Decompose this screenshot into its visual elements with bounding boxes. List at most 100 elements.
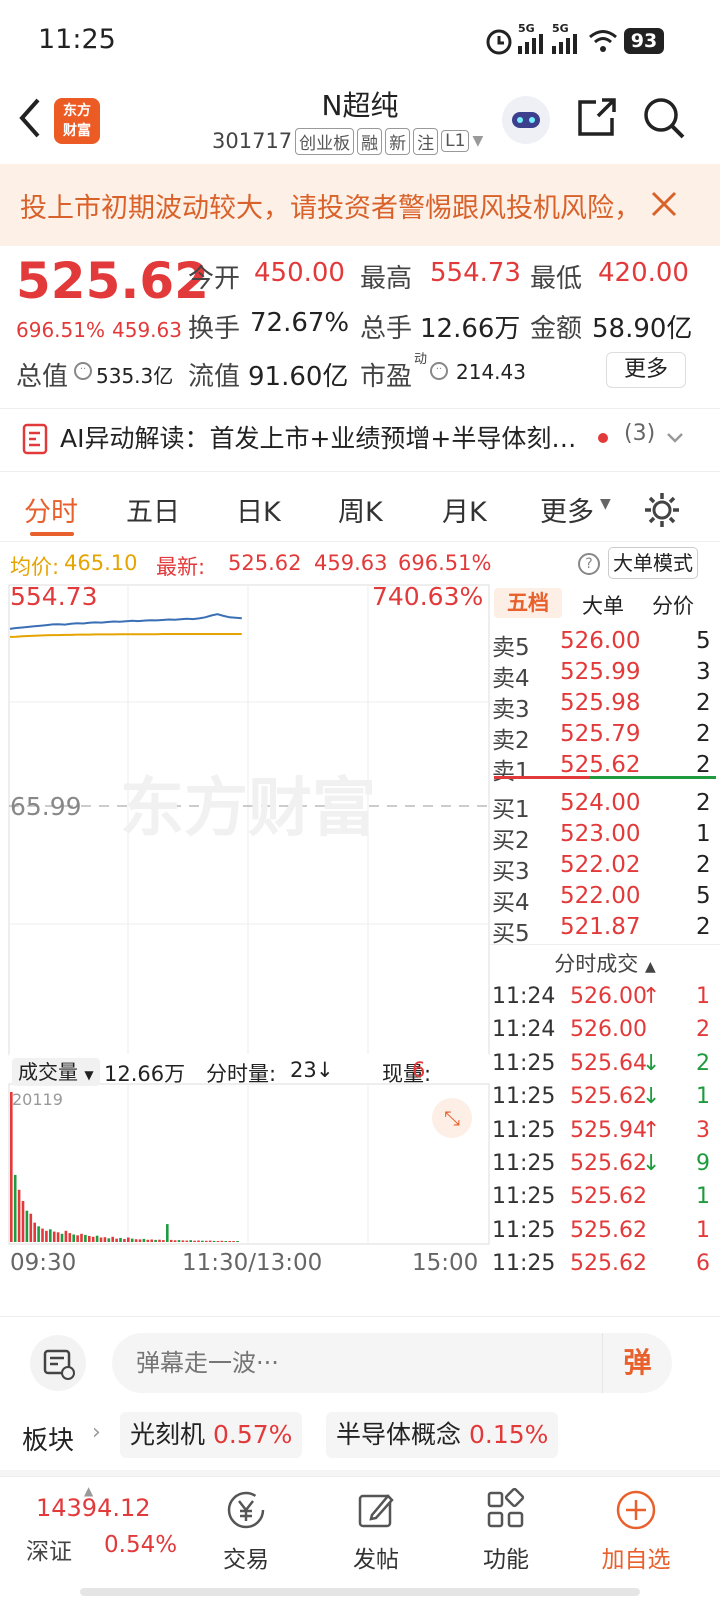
volume-bar <box>119 1237 122 1242</box>
bid-row[interactable]: 买5 521.87 2 <box>490 914 720 947</box>
tag-registered: 注 <box>413 127 439 155</box>
signal-icon <box>552 34 577 54</box>
share-icon[interactable] <box>576 96 618 138</box>
volume-bar <box>111 1236 114 1242</box>
ask-row[interactable]: 卖2 525.79 2 <box>490 721 720 754</box>
volume-bar <box>33 1222 36 1242</box>
level-volume: 2 <box>696 790 711 816</box>
tab-monthly-k[interactable]: 月K <box>442 490 487 529</box>
volume-bar <box>228 1241 231 1242</box>
volume-bar <box>80 1233 83 1242</box>
intraday-chart[interactable]: 东方财富 554.73 740.63% 65.99 成交量 ▼ 12.66万 分… <box>8 582 490 1310</box>
big-order-mode-button[interactable]: 大单模式 <box>608 547 698 579</box>
sector-item-semiconductor[interactable]: 半导体概念 0.15% <box>326 1412 559 1458</box>
tab-five-day[interactable]: 五日 <box>126 490 180 529</box>
tab-weekly-k[interactable]: 周K <box>338 490 383 529</box>
sector-pct: 0.15% <box>468 1420 549 1449</box>
x-tick-mid: 11:30/13:00 <box>182 1250 323 1276</box>
tick-row: 11:24 526.00 ↑ 1 <box>490 984 720 1018</box>
bid-row[interactable]: 买4 522.00 5 <box>490 883 720 916</box>
volume-bar <box>25 1210 29 1242</box>
tick-row: 11:24 526.00 2 <box>490 1017 720 1051</box>
x-tick-end: 15:00 <box>412 1250 479 1276</box>
volume-bar <box>10 1092 13 1242</box>
x-tick-start: 09:30 <box>10 1250 77 1276</box>
volume-bar <box>197 1240 200 1242</box>
level-volume: 1 <box>696 821 711 847</box>
volume-bar <box>158 1239 161 1242</box>
nav-trade-label: 交易 <box>223 1547 269 1573</box>
level-volume: 3 <box>696 659 711 685</box>
tick-time: 11:25 <box>492 1217 556 1243</box>
tick-time: 11:25 <box>492 1151 556 1176</box>
low-label: 最低 <box>530 264 583 294</box>
bid-row[interactable]: 买2 523.00 1 <box>490 821 720 854</box>
tab-daily-k[interactable]: 日K <box>236 490 281 529</box>
volume-bar <box>115 1238 118 1242</box>
ask-row[interactable]: 卖5 526.00 5 <box>490 628 720 661</box>
volume-bar <box>146 1239 150 1242</box>
index-pct: 0.54% <box>104 1532 178 1558</box>
latest-change-value: 459.63 <box>314 551 388 575</box>
ai-robot-icon[interactable] <box>502 96 550 144</box>
ticks-title[interactable]: 分时成交 ▲ <box>490 948 720 978</box>
tab-intraday[interactable]: 分时 <box>24 490 78 529</box>
tick-direction: ↓ <box>642 1050 661 1076</box>
tick-price: 525.62 <box>570 1084 647 1110</box>
tick-row: 11:25 525.62 6 <box>490 1251 720 1285</box>
ask-row[interactable]: 卖1 525.62 2 <box>490 752 720 785</box>
more-button[interactable]: 更多 <box>606 352 686 388</box>
ai-insight-bar[interactable]: AI异动解读：首发上市+业绩预增+半导体刻… (3) <box>0 408 720 472</box>
ask-row[interactable]: 卖4 525.99 3 <box>490 659 720 692</box>
ask-row[interactable]: 卖3 525.98 2 <box>490 690 720 723</box>
volume-total: 12.66万 <box>104 1062 186 1086</box>
bid-row[interactable]: 买1 524.00 2 <box>490 790 720 823</box>
info-icon[interactable]: ·· <box>430 362 448 380</box>
danmaku-send-button[interactable]: 弹 <box>602 1333 672 1393</box>
level-volume: 2 <box>696 852 711 878</box>
price-line <box>9 613 242 630</box>
change-pct: 696.51% <box>16 318 105 342</box>
danmaku-settings-icon[interactable] <box>30 1335 86 1391</box>
volume-bar <box>127 1237 130 1242</box>
index-value: 14394.12 <box>36 1494 151 1522</box>
tick-direction: ↓ <box>642 1151 661 1176</box>
gear-icon[interactable] <box>642 490 682 530</box>
stock-code: 301717 <box>212 129 293 153</box>
pe-type: 动 <box>414 352 428 367</box>
index-ticker[interactable]: ▲ 14394.12 深证 0.54% <box>0 1476 190 1596</box>
order-book: 五档 大单 分价 卖5 526.00 5 卖4 525.99 3 卖3 525.98 2 卖2 52… <box>490 584 720 1310</box>
tab-price-dist[interactable]: 分价 <box>652 590 694 620</box>
level-price: 522.00 <box>560 883 641 909</box>
search-icon[interactable] <box>642 96 686 140</box>
help-icon[interactable]: ? <box>578 553 600 575</box>
level-price: 525.79 <box>560 721 641 747</box>
bid-row[interactable]: 买3 522.02 2 <box>490 852 720 885</box>
tab-five-levels[interactable]: 五档 <box>494 588 562 618</box>
risk-warning-bar: 投上市初期波动较大，请投资者警惕跟风投机风险， <box>0 164 720 246</box>
back-arrow-icon[interactable] <box>14 96 44 140</box>
unread-dot <box>598 433 608 443</box>
sector-item-lithography[interactable]: 光刻机 0.57% <box>120 1412 303 1458</box>
volume-bar <box>142 1238 146 1242</box>
avg-price-value: 465.10 <box>64 551 138 575</box>
volume-bar <box>29 1213 33 1242</box>
info-icon[interactable]: ·· <box>74 362 92 380</box>
volume-bar <box>154 1239 157 1242</box>
mcap-label: 总值 <box>16 362 69 392</box>
level-price: 525.99 <box>560 659 641 685</box>
tick-time: 11:24 <box>492 984 556 1009</box>
tab-big-orders[interactable]: 大单 <box>582 590 624 620</box>
chevron-down-icon <box>667 433 683 443</box>
stock-code-row[interactable]: 301717 创业板 融 新 注 L1 ▼ <box>212 126 483 156</box>
ticks-title-label: 分时成交 <box>554 952 639 976</box>
close-icon[interactable] <box>650 190 678 218</box>
volume-bar <box>150 1239 153 1242</box>
current-volume-value: 6 <box>412 1058 426 1082</box>
tag-board: 创业板 <box>295 127 355 155</box>
tab-more[interactable]: 更多 <box>540 490 594 529</box>
volume-bar <box>232 1241 235 1242</box>
volume-indicator-select[interactable]: 成交量 ▼ <box>12 1058 100 1086</box>
expand-icon[interactable]: ⤡ <box>432 1098 472 1138</box>
danmaku-input[interactable] <box>136 1343 576 1383</box>
